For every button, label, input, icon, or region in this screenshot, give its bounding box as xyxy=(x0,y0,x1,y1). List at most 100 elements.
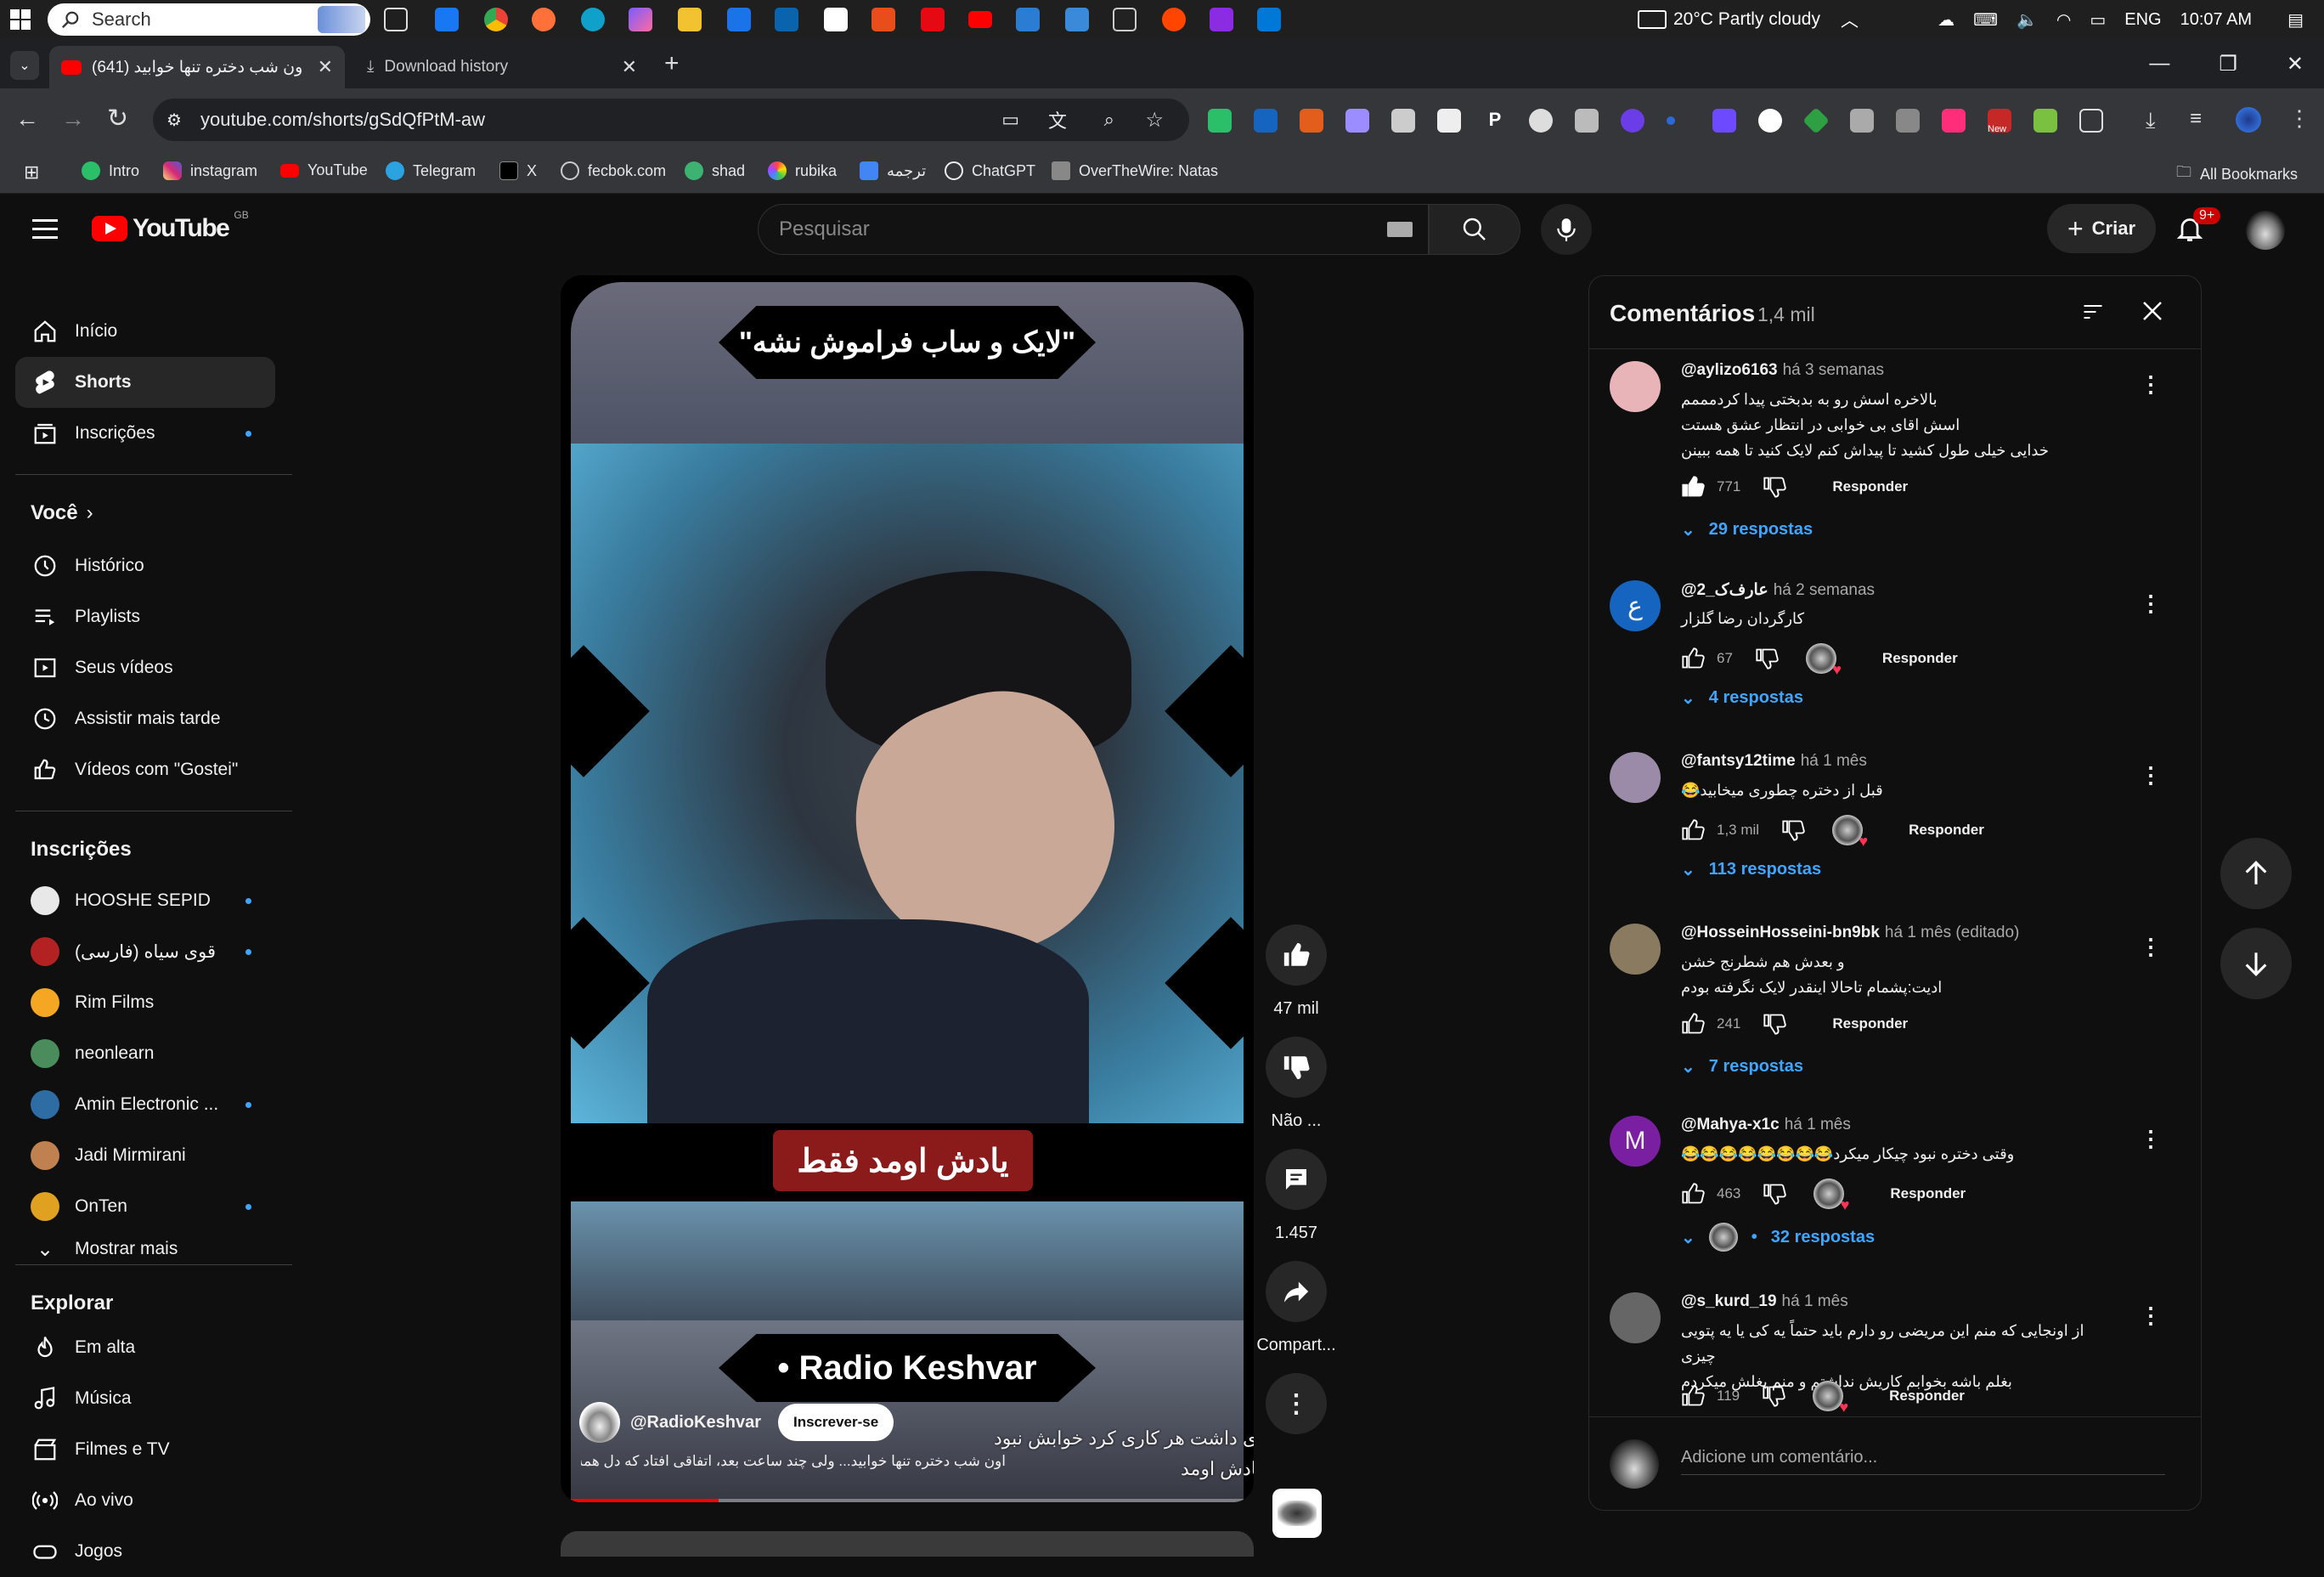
sidebar-subscription-item[interactable]: قوی سیاه (فارسی) xyxy=(15,926,275,977)
notifications-button[interactable]: 9+ xyxy=(2175,207,2221,246)
sidebar-item-historico[interactable]: Histórico xyxy=(15,540,275,591)
tab-youtube-short[interactable]: (641) اون شب دختره تنها خوابید... ✕ xyxy=(49,46,345,88)
sidebar-item-assistir-mais-tarde[interactable]: Assistir mais tarde xyxy=(15,693,275,744)
voice-search-button[interactable] xyxy=(1541,204,1592,255)
snipping-icon[interactable] xyxy=(1016,8,1040,31)
comment-author[interactable]: @fantsy12time xyxy=(1681,752,1796,770)
back-icon[interactable]: ← xyxy=(15,105,39,133)
photos-icon[interactable] xyxy=(1065,8,1089,31)
reddit-icon[interactable] xyxy=(1162,8,1186,31)
commenter-avatar[interactable] xyxy=(1610,361,1661,412)
thumbs-up-icon[interactable] xyxy=(1681,1384,1705,1408)
create-button[interactable]: + Criar xyxy=(2047,204,2156,253)
commenter-avatar[interactable] xyxy=(1610,752,1661,803)
thumbs-down-icon[interactable] xyxy=(1755,647,1779,670)
share-button[interactable] xyxy=(1266,1261,1327,1322)
profile-avatar[interactable] xyxy=(2236,107,2261,133)
comment-menu-icon[interactable]: ⋮ xyxy=(2140,762,2162,788)
commenter-avatar[interactable] xyxy=(1610,1292,1661,1343)
account-avatar[interactable] xyxy=(2246,211,2285,250)
reply-button[interactable]: Responder xyxy=(1890,1185,1966,1202)
comment-menu-icon[interactable]: ⋮ xyxy=(2140,934,2162,960)
sidebar-you-heading[interactable]: Você › xyxy=(31,501,93,525)
reply-button[interactable]: Responder xyxy=(1889,1388,1965,1405)
sidebar-subscription-item[interactable]: HOOSHE SEPID xyxy=(15,875,275,926)
youtube-app-icon[interactable] xyxy=(968,11,992,28)
extension-globe-icon[interactable] xyxy=(1621,109,1644,133)
comment-author[interactable]: @s_kurd_19 xyxy=(1681,1292,1777,1310)
next-short-button[interactable] xyxy=(2220,928,2292,999)
bookmark-intro[interactable]: Intro xyxy=(82,161,139,180)
extension-ublock-icon[interactable] xyxy=(1254,109,1278,133)
sound-thumbnail[interactable] xyxy=(1272,1489,1322,1538)
sidebar-item-ao-vivo[interactable]: Ao vivo xyxy=(15,1475,275,1526)
thumbs-up-icon[interactable] xyxy=(1681,818,1705,842)
extension-glasses-icon[interactable] xyxy=(1896,109,1920,133)
commenter-avatar[interactable] xyxy=(1610,924,1661,975)
sidebar-item-inicio[interactable]: Início xyxy=(15,306,275,357)
edge-icon[interactable] xyxy=(581,8,605,31)
extension-p-icon[interactable]: P xyxy=(1483,109,1507,133)
sidebar-subscription-item[interactable]: Jadi Mirmirani xyxy=(15,1130,275,1181)
sidebar-item-jogos[interactable]: Jogos xyxy=(15,1526,275,1577)
bookmark-overthewire[interactable]: OverTheWire: Natas xyxy=(1052,161,1218,180)
firefox-icon[interactable] xyxy=(532,8,556,31)
facebook-icon[interactable] xyxy=(435,8,459,31)
comment-menu-icon[interactable]: ⋮ xyxy=(2140,591,2162,617)
ime-icon[interactable]: ⌨ xyxy=(1973,9,1998,31)
bookmark-instagram[interactable]: instagram xyxy=(163,161,257,180)
comment-menu-icon[interactable]: ⋮ xyxy=(2140,1126,2162,1152)
bookmark-chatgpt[interactable]: ChatGPT xyxy=(945,161,1035,180)
commenter-avatar[interactable]: M xyxy=(1610,1116,1661,1167)
sidebar-item-videos-gostei[interactable]: Vídeos com "Gostei" xyxy=(15,744,275,795)
copilot-icon[interactable] xyxy=(629,8,652,31)
sidebar-subscription-item[interactable]: Amin Electronic ... xyxy=(15,1079,275,1130)
comment-author[interactable]: @aylizo6163 xyxy=(1681,361,1778,379)
comment-author[interactable]: @Mahya-x1c xyxy=(1681,1116,1780,1133)
taskbar-search[interactable]: Search xyxy=(48,3,370,36)
reply-button[interactable]: Responder xyxy=(1882,650,1958,667)
store-icon[interactable] xyxy=(727,8,751,31)
tab-download-history[interactable]: ⤓ Download history ✕ xyxy=(355,46,649,88)
sidebar-item-shorts[interactable]: Shorts xyxy=(15,357,275,408)
notification-center-icon[interactable]: ▤ xyxy=(2287,9,2304,31)
site-info-icon[interactable]: ⚙ xyxy=(166,110,182,131)
sidebar-subscription-item[interactable]: neonlearn xyxy=(15,1028,275,1079)
tab-search-icon[interactable]: ⌄ xyxy=(10,51,39,80)
chevron-up-icon[interactable]: ︿ xyxy=(1841,7,1859,32)
thumbs-down-icon[interactable] xyxy=(1781,818,1805,842)
thumbs-up-icon[interactable] xyxy=(1681,647,1705,670)
wikipedia-icon[interactable] xyxy=(824,8,848,31)
reply-button[interactable]: Responder xyxy=(1909,822,1984,839)
extension-chart-icon[interactable] xyxy=(2034,109,2057,133)
extension-green-icon[interactable] xyxy=(1802,107,1830,134)
thumbs-down-icon[interactable] xyxy=(1763,1182,1787,1206)
extension-shield-icon[interactable] xyxy=(1208,109,1232,133)
extension-qr-icon[interactable] xyxy=(1437,109,1461,133)
close-window-icon[interactable]: ✕ xyxy=(2287,52,2304,76)
previous-short-button[interactable] xyxy=(2220,838,2292,909)
bookmark-translate[interactable]: ترجمه xyxy=(860,161,926,180)
extension-dot-icon[interactable] xyxy=(1667,116,1675,125)
youtube-search-input[interactable]: Pesquisar xyxy=(758,204,1429,255)
bookmark-youtube[interactable]: YouTube xyxy=(280,161,368,179)
bookmark-rubika[interactable]: rubika xyxy=(768,161,837,180)
office-icon[interactable] xyxy=(872,8,895,31)
forward-icon[interactable]: → xyxy=(61,105,85,133)
commenter-avatar[interactable]: ع xyxy=(1610,580,1661,631)
zoom-icon[interactable]: ⌕ xyxy=(1104,109,1114,131)
youtube-search-button[interactable] xyxy=(1429,204,1520,255)
thumbs-down-icon[interactable] xyxy=(1762,1384,1785,1408)
sort-icon[interactable] xyxy=(2080,300,2106,324)
sidebar-item-musica[interactable]: Música xyxy=(15,1373,275,1424)
extension-cat-icon[interactable] xyxy=(1529,109,1553,133)
volume-icon[interactable]: 🔈 xyxy=(2017,9,2038,31)
view-replies-button[interactable]: ⌄ • 32 respostas xyxy=(1681,1223,1875,1252)
comment-time[interactable]: há 1 mês xyxy=(1785,1116,1851,1133)
extension-new-icon[interactable]: New xyxy=(1988,109,2011,134)
extension-plane-icon[interactable] xyxy=(1575,109,1599,133)
view-replies-button[interactable]: ⌄ 29 respostas xyxy=(1681,519,1813,540)
comment-time[interactable]: há 1 mês xyxy=(1782,1292,1848,1310)
extension-fox-icon[interactable] xyxy=(1300,109,1323,133)
amazon-icon[interactable] xyxy=(1113,8,1137,31)
